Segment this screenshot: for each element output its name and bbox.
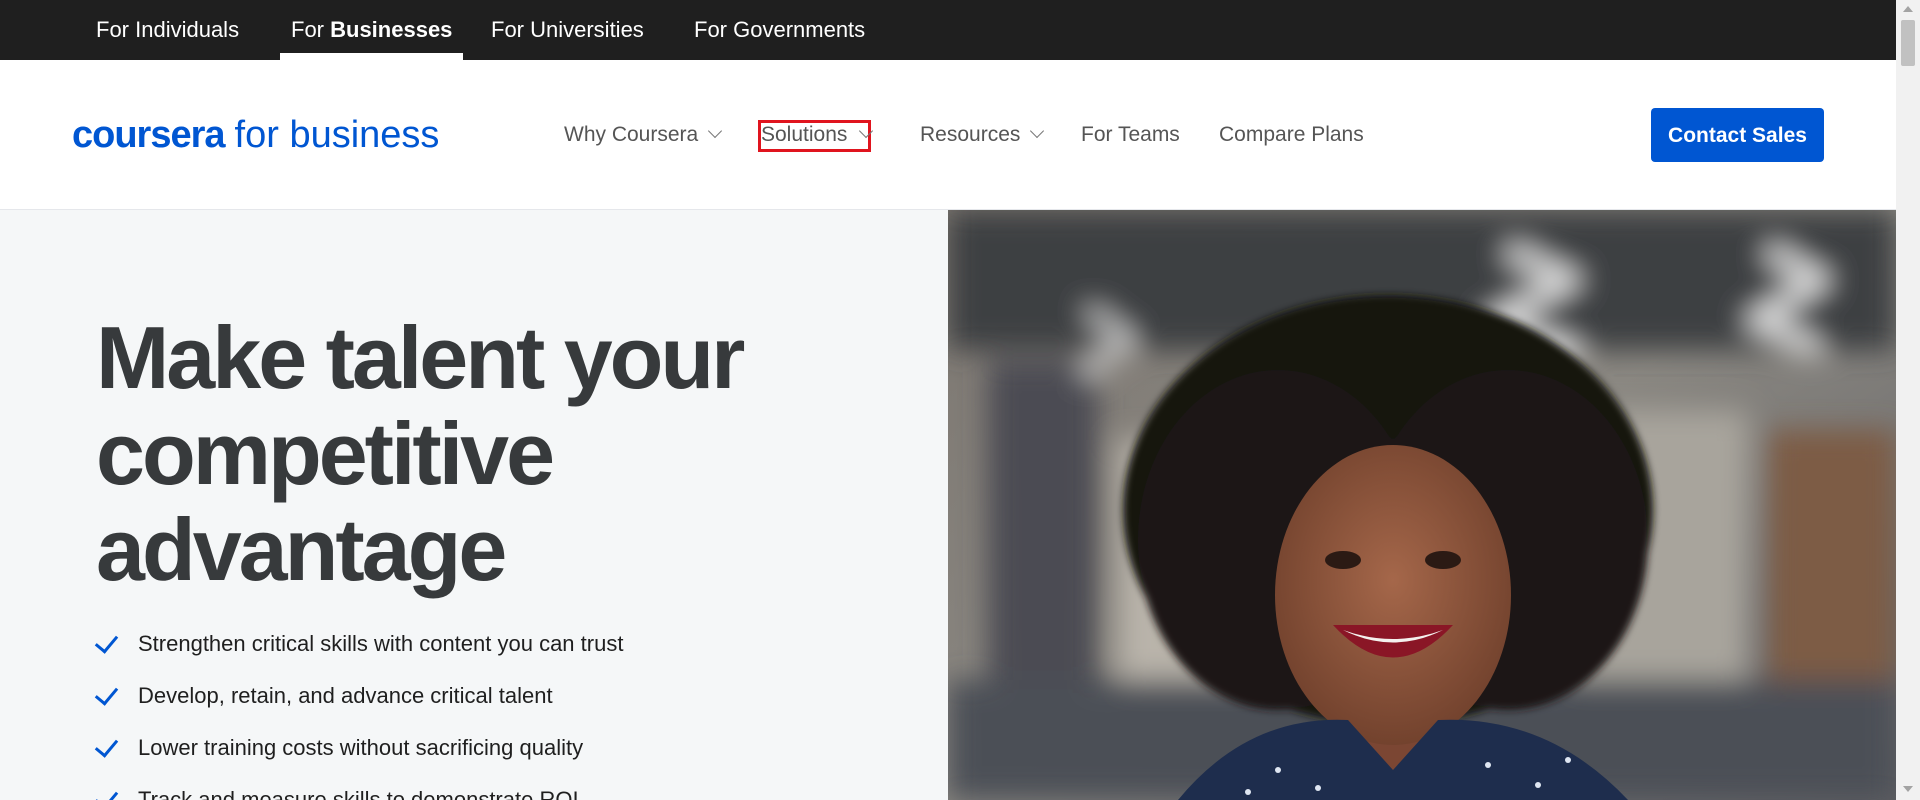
highlight-box bbox=[758, 120, 871, 152]
scrollbar-thumb[interactable] bbox=[1901, 20, 1915, 66]
chevron-down-icon bbox=[1030, 123, 1045, 139]
tab-for-individuals[interactable]: For Individuals bbox=[96, 0, 239, 60]
nav-for-teams-label: For Teams bbox=[1081, 123, 1180, 146]
benefit-item: Strengthen critical skills with content … bbox=[94, 625, 624, 677]
scroll-up-icon[interactable] bbox=[1903, 6, 1913, 12]
check-icon bbox=[94, 629, 119, 654]
chevron-down-icon bbox=[708, 123, 723, 139]
hero-headline: Make talent your competitive advantage bbox=[96, 308, 745, 599]
vertical-scrollbar[interactable] bbox=[1896, 0, 1920, 800]
tab-for-businesses-prefix: For bbox=[291, 17, 331, 42]
tab-for-governments[interactable]: For Governments bbox=[694, 0, 865, 60]
hero-headline-line: advantage bbox=[96, 500, 507, 599]
benefit-list: Strengthen critical skills with content … bbox=[94, 625, 624, 800]
check-icon bbox=[94, 733, 119, 758]
tab-for-universities[interactable]: For Universities bbox=[491, 0, 644, 60]
benefit-item: Track and measure skills to demonstrate … bbox=[94, 781, 623, 800]
logo-suffix: for business bbox=[234, 114, 440, 156]
benefit-text: Lower training costs without sacrificing… bbox=[138, 735, 584, 760]
coursera-for-business-logo[interactable]: coursera for business bbox=[72, 114, 439, 156]
contact-sales-button[interactable]: Contact Sales bbox=[1651, 108, 1824, 162]
logo-brand: coursera bbox=[72, 114, 226, 156]
nav-resources[interactable]: Resources bbox=[920, 60, 1045, 209]
hero-photo-illustration bbox=[948, 210, 1896, 800]
audience-bar: For Individuals For Businesses For Unive… bbox=[0, 0, 1896, 60]
check-icon bbox=[94, 681, 119, 706]
check-icon bbox=[94, 785, 119, 800]
nav-compare-plans-label: Compare Plans bbox=[1219, 123, 1364, 146]
benefit-text: Strengthen critical skills with content … bbox=[138, 631, 624, 656]
nav-resources-label: Resources bbox=[920, 123, 1021, 146]
nav-why-coursera[interactable]: Why Coursera bbox=[564, 60, 723, 209]
site-header: coursera for business Why Coursera Soluti… bbox=[0, 60, 1896, 210]
nav-solutions[interactable]: Solutions bbox=[758, 60, 874, 209]
scroll-down-icon[interactable] bbox=[1903, 786, 1913, 792]
benefit-text: Track and measure skills to demonstrate … bbox=[138, 787, 579, 800]
nav-for-teams[interactable]: For Teams bbox=[1081, 60, 1180, 209]
benefit-text: Develop, retain, and advance critical ta… bbox=[138, 683, 553, 708]
tab-for-businesses-strong: Businesses bbox=[330, 17, 453, 42]
nav-compare-plans[interactable]: Compare Plans bbox=[1219, 60, 1364, 209]
hero-headline-line: Make talent your bbox=[96, 308, 745, 407]
benefit-item: Develop, retain, and advance critical ta… bbox=[94, 677, 623, 729]
hero-photo bbox=[948, 210, 1896, 800]
nav-why-coursera-label: Why Coursera bbox=[564, 123, 699, 146]
hero-headline-line: competitive bbox=[96, 404, 555, 503]
hero-section: Make talent your competitive advantage S… bbox=[0, 210, 948, 800]
benefit-item: Lower training costs without sacrificing… bbox=[94, 729, 623, 781]
tab-for-businesses[interactable]: For Businesses bbox=[279, 0, 464, 60]
